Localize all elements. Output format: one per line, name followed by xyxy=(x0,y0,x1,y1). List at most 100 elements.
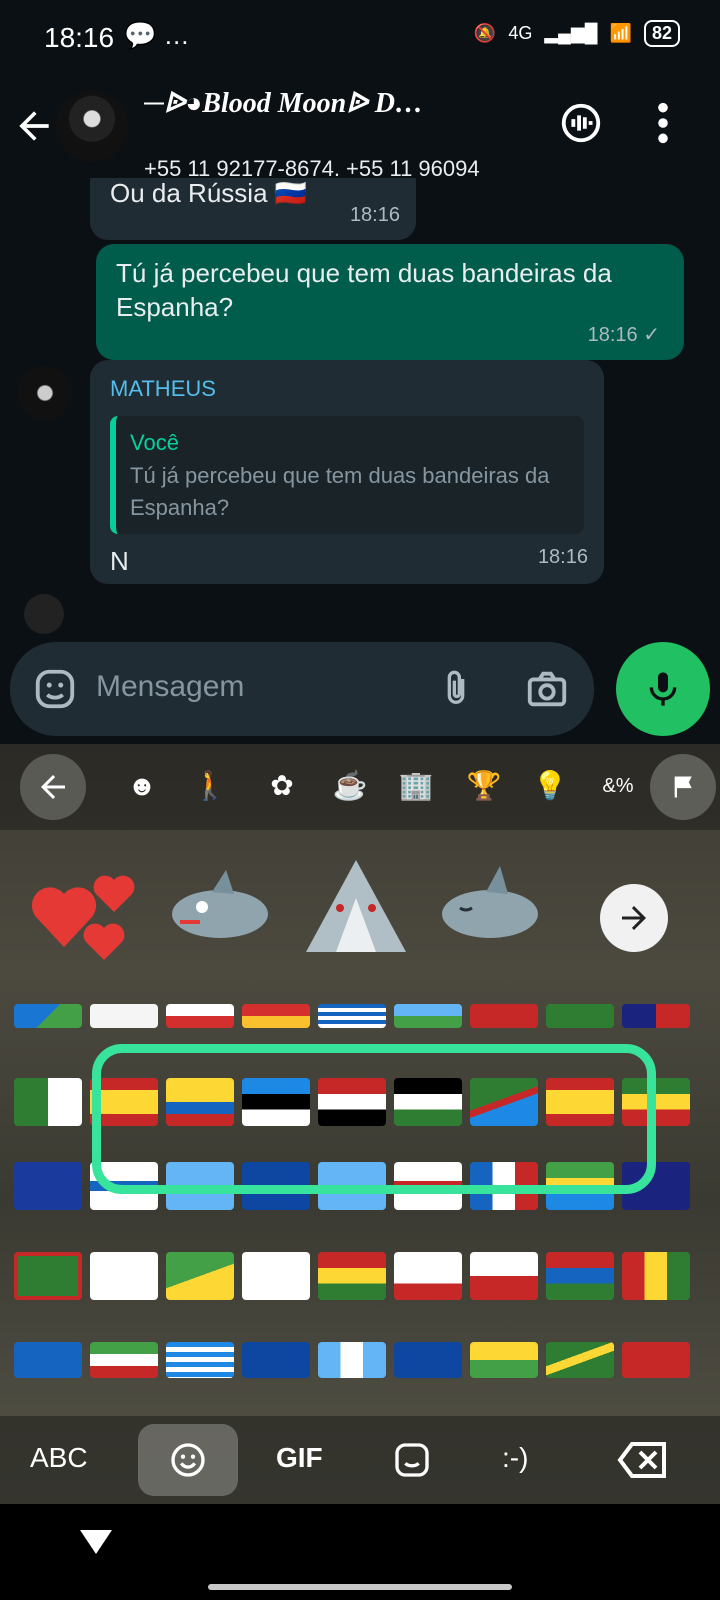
quote-author: Você xyxy=(130,430,179,455)
flag-emoji[interactable] xyxy=(318,1004,386,1028)
hearts-sticker[interactable] xyxy=(24,852,144,972)
arrow-right-icon xyxy=(622,906,646,930)
flag-emoji[interactable] xyxy=(14,1004,82,1028)
sticker-suggestions xyxy=(0,834,720,994)
flag-emoji[interactable] xyxy=(90,1342,158,1378)
keyboard-back-button[interactable] xyxy=(20,754,86,820)
food-icon[interactable]: ☕ xyxy=(330,766,370,806)
abc-button[interactable]: ABC xyxy=(30,1442,88,1474)
flag-emoji[interactable] xyxy=(166,1342,234,1378)
flag-emoji[interactable] xyxy=(622,1004,690,1028)
nav-back-icon[interactable] xyxy=(80,1530,112,1554)
signal-icon: ▂▄▆█ xyxy=(544,23,598,43)
hand-drawn-highlight xyxy=(92,1044,656,1194)
flag-emoji[interactable] xyxy=(166,1004,234,1028)
message-bubble-outgoing[interactable]: Tú já percebeu que tem duas bandeiras da… xyxy=(96,244,684,360)
notification-icons: 💬 … xyxy=(124,20,190,50)
gif-button[interactable]: GIF xyxy=(276,1442,323,1474)
flag-emoji[interactable] xyxy=(546,1342,614,1378)
message-meta: 18:16 ✓ xyxy=(587,324,660,346)
camera-icon[interactable] xyxy=(524,666,570,712)
message-bubble[interactable]: Ou da Rússia 🇷🇺 18:16 xyxy=(90,178,416,240)
group-avatar[interactable] xyxy=(56,90,128,162)
more-stickers-button[interactable] xyxy=(600,884,668,952)
mic-button[interactable] xyxy=(616,642,710,736)
flag-emoji-gambia[interactable] xyxy=(546,1252,614,1300)
flag-emoji-guinea[interactable] xyxy=(622,1252,690,1300)
flag-emoji[interactable] xyxy=(14,1342,82,1378)
flag-emoji-algeria[interactable] xyxy=(14,1078,82,1126)
emoji-category-bar: ☻ 🚶 ✿ ☕ 🏢 🏆 💡 &% xyxy=(0,744,720,830)
battery-indicator: 82 xyxy=(643,20,680,47)
voice-chat-icon[interactable] xyxy=(558,100,604,146)
sticker-icon[interactable] xyxy=(32,666,78,712)
flag-emoji-grenada[interactable] xyxy=(14,1252,82,1300)
shark-face-sticker[interactable] xyxy=(296,852,416,972)
smiley-icon xyxy=(171,1443,205,1477)
flag-emoji[interactable] xyxy=(394,1004,462,1028)
flags-icon xyxy=(674,776,692,798)
emoji-tab-button[interactable] xyxy=(138,1424,238,1496)
emoticon-button[interactable]: :-) xyxy=(502,1442,528,1474)
message-bubble-reply[interactable]: MATHEUS Você Tú já percebeu que tem duas… xyxy=(90,360,604,584)
sleepy-shark-sticker[interactable] xyxy=(430,852,550,972)
flag-emoji-gibraltar[interactable] xyxy=(394,1252,462,1300)
nav-home-pill[interactable] xyxy=(208,1584,512,1590)
animal-icon[interactable]: ✿ xyxy=(262,766,302,806)
sticker-tab-icon[interactable] xyxy=(392,1440,432,1480)
group-members[interactable]: +55 11 92177-8674, +55 11 96094 xyxy=(144,156,554,176)
sender-avatar[interactable] xyxy=(18,366,72,420)
person-icon[interactable]: 🚶 xyxy=(190,766,230,806)
message-composer[interactable]: Mensagem xyxy=(10,642,594,736)
smiley-icon[interactable]: ☻ xyxy=(122,766,162,806)
wifi-icon: 📶 xyxy=(609,23,632,43)
objects-icon[interactable]: 💡 xyxy=(530,766,570,806)
flag-emoji[interactable] xyxy=(470,1004,538,1028)
emoji-keyboard: ☻ 🚶 ✿ ☕ 🏢 🏆 💡 &% ABC GIF:-) xyxy=(0,744,720,1504)
typing-avatar xyxy=(24,594,64,634)
more-options-icon[interactable] xyxy=(650,100,676,146)
message-text: Ou da Rússia 🇷🇺 xyxy=(110,178,308,208)
chat-header: ─ᐉ◕Blood Moonᐉ D… +55 11 92177-8674, +55… xyxy=(0,80,720,178)
message-time: 18:16 xyxy=(537,546,588,568)
flag-emoji[interactable] xyxy=(394,1342,462,1378)
flag-emoji[interactable] xyxy=(242,1342,310,1378)
status-time: 18:16 xyxy=(44,22,115,53)
activity-icon[interactable]: 🏆 xyxy=(464,766,504,806)
message-input[interactable]: Mensagem xyxy=(96,670,244,704)
flag-emoji-greenland[interactable] xyxy=(470,1252,538,1300)
keyboard-bottom-bar: ABC GIF :-) xyxy=(0,1416,720,1504)
back-arrow-icon xyxy=(41,775,65,799)
flag-emoji[interactable] xyxy=(90,1004,158,1028)
microphone-icon xyxy=(649,672,677,706)
flag-emoji[interactable] xyxy=(318,1342,386,1378)
quoted-message[interactable]: Você Tú já percebeu que tem duas bandeir… xyxy=(110,416,584,534)
status-right: 🔕 4G ▂▄▆█ 📶 82 xyxy=(474,20,680,47)
flag-emoji[interactable] xyxy=(546,1004,614,1028)
attach-icon[interactable] xyxy=(436,664,476,714)
quote-text: Tú já percebeu que tem duas bandeiras da… xyxy=(130,463,550,520)
message-text: Tú já percebeu que tem duas bandeiras da… xyxy=(116,258,612,322)
flag-emoji-georgia[interactable] xyxy=(90,1252,158,1300)
backspace-icon[interactable] xyxy=(616,1440,668,1480)
flag-emoji[interactable] xyxy=(242,1004,310,1028)
message-text: N xyxy=(110,546,129,576)
flag-emoji-eu[interactable] xyxy=(14,1162,82,1210)
chat-area[interactable]: Ou da Rússia 🇷🇺 18:16 Tú já percebeu que… xyxy=(0,178,720,638)
group-title[interactable]: ─ᐉ◕Blood Moonᐉ D… xyxy=(144,86,554,120)
flag-emoji[interactable] xyxy=(622,1342,690,1378)
back-arrow-icon[interactable] xyxy=(12,104,56,148)
flag-emoji-french-guiana[interactable] xyxy=(166,1252,234,1300)
flags-category-button[interactable] xyxy=(650,754,716,820)
flag-emoji[interactable] xyxy=(470,1342,538,1378)
network-label: 4G xyxy=(508,23,533,43)
mute-icon: 🔕 xyxy=(473,23,497,43)
flag-emoji-ghana[interactable] xyxy=(318,1252,386,1300)
sender-name: MATHEUS xyxy=(110,376,216,401)
robot-shark-sticker[interactable] xyxy=(160,852,280,972)
message-time: 18:16 xyxy=(349,204,400,226)
status-bar: 18:16 💬 … 🔕 4G ▂▄▆█ 📶 82 xyxy=(0,0,720,80)
flag-emoji-guernsey[interactable] xyxy=(242,1252,310,1300)
symbols-icon[interactable]: &% xyxy=(598,766,638,806)
travel-icon[interactable]: 🏢 xyxy=(396,766,436,806)
